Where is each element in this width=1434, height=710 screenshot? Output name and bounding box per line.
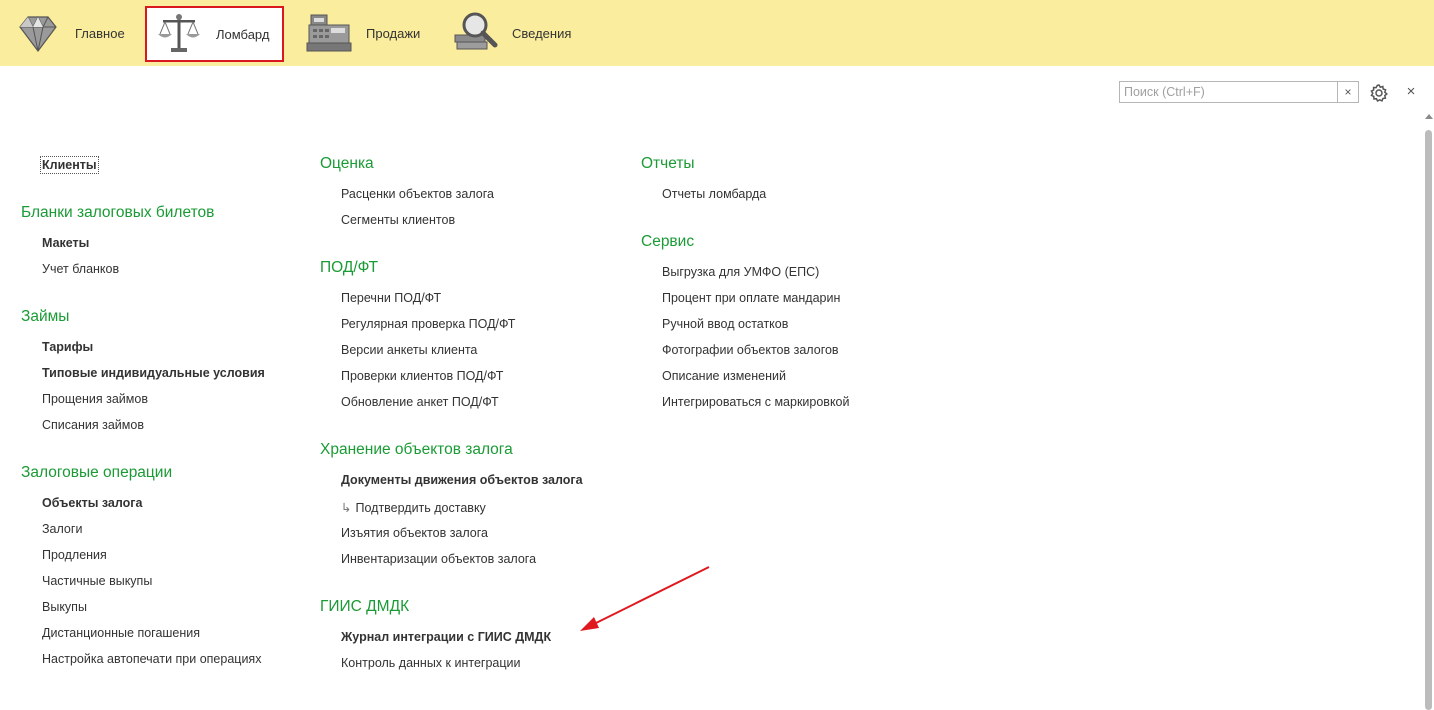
nav-item[interactable]: Списания займов xyxy=(42,418,144,432)
search-input[interactable] xyxy=(1120,82,1337,102)
group-title-reports: Отчеты xyxy=(641,155,695,172)
nav-item[interactable]: Контроль данных к интеграции xyxy=(341,656,520,670)
group-title-service: Сервис xyxy=(641,233,695,250)
section-info[interactable]: Сведения xyxy=(451,0,571,66)
nav-item[interactable]: Тарифы xyxy=(42,340,93,354)
group-title-valuation: Оценка xyxy=(320,155,374,172)
nav-item[interactable]: Интегрироваться с маркировкой xyxy=(662,395,850,409)
scroll-up-icon[interactable] xyxy=(1425,114,1433,119)
nav-item[interactable]: Настройка автопечати при операциях xyxy=(42,652,261,666)
nav-item[interactable]: Сегменты клиентов xyxy=(341,213,455,227)
close-button[interactable]: × xyxy=(1403,83,1419,101)
search-field: × xyxy=(1119,81,1359,103)
section-lombard-label: Ломбард xyxy=(216,26,270,42)
diamond-icon xyxy=(19,15,57,52)
nav-item[interactable]: Перечни ПОД/ФТ xyxy=(341,291,441,305)
nav-item-giis-journal[interactable]: Журнал интеграции с ГИИС ДМДК xyxy=(341,630,551,644)
nav-item[interactable]: Ручной ввод остатков xyxy=(662,317,788,331)
nav-item[interactable]: Выкупы xyxy=(42,600,87,614)
nav-item-label: Подтвердить доставку xyxy=(355,501,486,515)
nav-item[interactable]: Версии анкеты клиента xyxy=(341,343,477,357)
section-sales[interactable]: Продажи xyxy=(305,0,420,66)
nav-item[interactable]: Инвентаризации объектов залога xyxy=(341,552,536,566)
nav-item[interactable]: Типовые индивидуальные условия xyxy=(42,366,265,380)
nav-item[interactable]: Учет бланков xyxy=(42,262,119,276)
section-info-label: Сведения xyxy=(512,25,572,41)
nav-item[interactable]: Макеты xyxy=(42,236,89,250)
nav-item[interactable]: Документы движения объектов залога xyxy=(341,473,583,487)
nav-item[interactable]: Дистанционные погашения xyxy=(42,626,200,640)
search-clear-button[interactable]: × xyxy=(1337,82,1358,102)
nav-item[interactable]: Выгрузка для УМФО (ЕПС) xyxy=(662,265,819,279)
group-title-loans: Займы xyxy=(21,308,70,325)
nav-item[interactable]: Объекты залога xyxy=(42,496,142,510)
section-main[interactable]: Главное xyxy=(14,0,125,66)
section-sales-label: Продажи xyxy=(366,25,421,41)
nav-item[interactable]: Фотографии объектов залогов xyxy=(662,343,839,357)
nav-item[interactable]: Описание изменений xyxy=(662,369,786,383)
nav-item[interactable]: Изъятия объектов залога xyxy=(341,526,488,540)
group-title-blanks: Бланки залоговых билетов xyxy=(21,204,215,221)
nav-item[interactable]: Обновление анкет ПОД/ФТ xyxy=(341,395,499,409)
nav-item[interactable]: Залоги xyxy=(42,522,82,536)
group-title-giis-dmdk: ГИИС ДМДК xyxy=(320,598,410,615)
vertical-scrollbar[interactable] xyxy=(1424,112,1434,710)
gear-icon[interactable] xyxy=(1369,83,1389,103)
nav-item[interactable]: Отчеты ломбарда xyxy=(662,187,766,201)
scales-icon xyxy=(158,14,200,52)
nav-item[interactable]: Прощения займов xyxy=(42,392,148,406)
group-title-aml: ПОД/ФТ xyxy=(320,259,379,276)
section-lombard[interactable]: Ломбард xyxy=(145,6,284,62)
group-title-storage: Хранение объектов залога xyxy=(320,441,513,458)
sub-command-arrow-icon: ↳ xyxy=(341,501,352,515)
nav-item-confirm-delivery[interactable]: ↳ Подтвердить доставку xyxy=(341,500,486,515)
cash-register-icon xyxy=(306,14,352,52)
nav-item-clients[interactable]: Клиенты xyxy=(40,156,99,174)
section-main-label: Главное xyxy=(75,25,125,41)
nav-item[interactable]: Частичные выкупы xyxy=(42,574,152,588)
nav-item[interactable]: Процент при оплате мандарин xyxy=(662,291,840,305)
nav-item[interactable]: Проверки клиентов ПОД/ФТ xyxy=(341,369,503,383)
nav-item[interactable]: Расценки объектов залога xyxy=(341,187,494,201)
nav-item[interactable]: Регулярная проверка ПОД/ФТ xyxy=(341,317,515,331)
magnifier-icon xyxy=(454,12,498,50)
section-panel: Главное Ломбард Продажи Сведения xyxy=(0,0,1434,66)
scroll-thumb[interactable] xyxy=(1425,130,1432,710)
group-title-pledge-operations: Залоговые операции xyxy=(21,464,173,481)
nav-item[interactable]: Продления xyxy=(42,548,107,562)
